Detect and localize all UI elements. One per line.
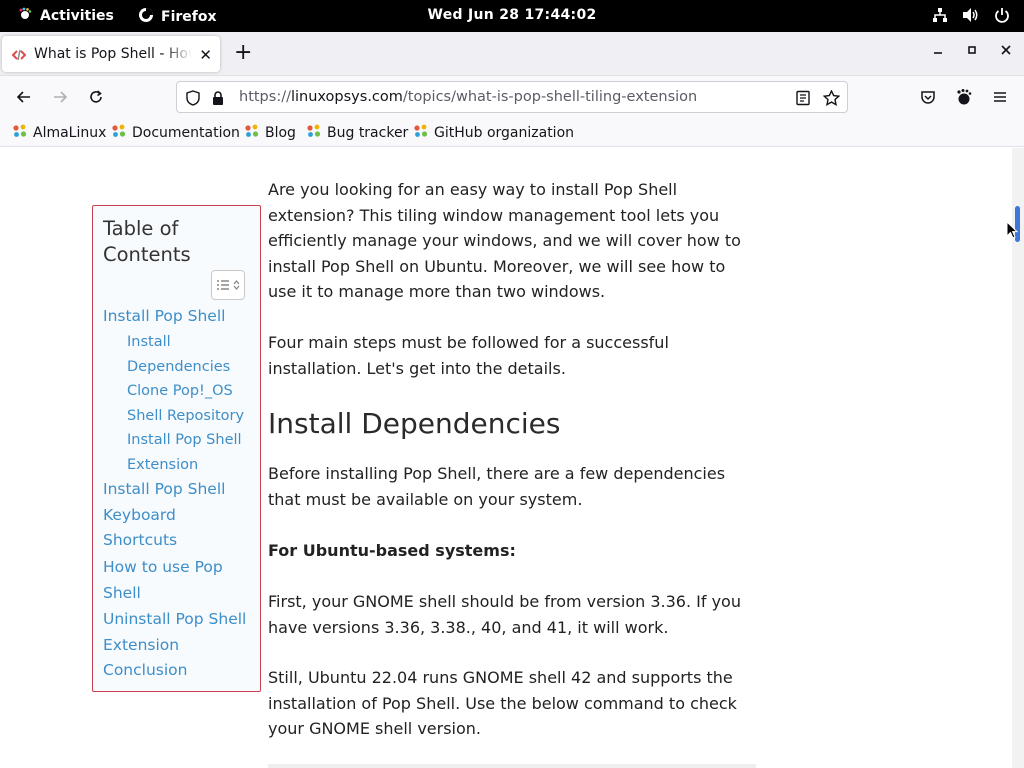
bookmark-label: Bug tracker <box>327 125 409 141</box>
back-button[interactable] <box>13 86 35 108</box>
url-scheme: https:// <box>239 89 291 105</box>
lock-icon[interactable] <box>211 90 225 110</box>
bookmark-label: AlmaLinux <box>33 125 107 141</box>
gnome-foot-icon <box>18 7 32 25</box>
bookmark-label: Documentation <box>132 125 240 141</box>
minimize-button[interactable] <box>932 44 944 60</box>
activities-button[interactable]: Activities <box>18 7 114 25</box>
url-text[interactable]: https://linuxopsys.com/topics/what-is-po… <box>239 89 697 105</box>
forward-arrow-icon <box>54 91 68 103</box>
almalinux-favicon-icon <box>244 123 260 143</box>
reload-button[interactable] <box>85 86 107 108</box>
tab-close-icon[interactable]: ✕ <box>199 46 212 64</box>
toc-link-keyboard-shortcuts[interactable]: Install Pop Shell Keyboard Shortcuts <box>103 477 233 554</box>
bookmark-github-organization[interactable]: GitHub organization <box>413 123 574 143</box>
reload-icon <box>90 90 102 103</box>
pocket-icon <box>921 91 935 104</box>
toc-link-install-dependencies[interactable]: Install Dependencies <box>127 330 245 379</box>
site-favicon-icon <box>11 47 27 61</box>
bookmark-blog[interactable]: Blog <box>244 123 296 143</box>
toc-toggle-button[interactable] <box>211 270 245 300</box>
code-block-top-edge <box>268 764 756 768</box>
clock[interactable]: Wed Jun 28 17:44:02 <box>427 7 596 23</box>
intro-paragraph: Are you looking for an easy way to insta… <box>268 180 741 301</box>
steps-paragraph: Four main steps must be followed for a s… <box>268 333 669 378</box>
list-icon <box>217 280 229 290</box>
bookmark-documentation[interactable]: Documentation <box>111 123 240 143</box>
toc-link-conclusion[interactable]: Conclusion <box>103 658 248 684</box>
bookmark-star-icon[interactable] <box>822 89 841 110</box>
toc-link-how-to-use[interactable]: How to use Pop Shell <box>103 555 228 606</box>
url-path: /topics/what-is-pop-shell-tiling-extensi… <box>402 89 698 105</box>
almalinux-favicon-icon <box>413 123 429 143</box>
mouse-cursor-icon <box>1006 221 1018 239</box>
navigation-toolbar: https://linuxopsys.com/topics/what-is-po… <box>0 76 1024 118</box>
hamburger-menu-icon <box>994 92 1006 102</box>
gnome-top-bar: Activities Firefox Wed Jun 28 17:44:02 <box>0 0 1024 32</box>
bookmarks-toolbar: AlmaLinux Documentation Blog Bug tracker… <box>0 118 1024 147</box>
toc-link-install-pop-shell[interactable]: Install Pop Shell <box>103 304 253 330</box>
toc-link-install-extension[interactable]: Install Pop Shell Extension <box>127 428 245 477</box>
section-heading: Install Dependencies <box>268 407 561 440</box>
system-tray[interactable] <box>932 7 1010 27</box>
app-name: Firefox <box>161 9 217 25</box>
maximize-button[interactable] <box>966 44 978 60</box>
bookmark-label: Blog <box>265 125 296 141</box>
almalinux-favicon-icon <box>12 123 28 143</box>
network-icon <box>932 7 948 27</box>
almalinux-favicon-icon <box>111 123 127 143</box>
url-domain: linuxopsys.com <box>290 89 403 105</box>
close-window-button[interactable] <box>1000 44 1012 60</box>
address-bar[interactable]: https://linuxopsys.com/topics/what-is-po… <box>176 81 848 113</box>
back-arrow-icon <box>16 91 30 103</box>
clipped-heading-remnant <box>410 148 450 156</box>
tracking-protection-shield-icon[interactable] <box>185 90 201 110</box>
app-menu-firefox[interactable]: Firefox <box>138 7 217 27</box>
almalinux-favicon-icon <box>306 123 322 143</box>
firefox-icon <box>138 7 154 27</box>
dependencies-paragraph: Before installing Pop Shell, there are a… <box>268 464 726 509</box>
web-page-content: Table of Contents Install Pop Shell Inst… <box>0 148 1012 768</box>
tab-active[interactable]: What is Pop Shell - How to Install Pop S… <box>2 36 220 72</box>
ubuntu-systems-label: For Ubuntu-based systems: <box>268 541 516 560</box>
toc-link-clone-repository[interactable]: Clone Pop!_OS Shell Repository <box>127 379 245 428</box>
gnome-version-paragraph: First, your GNOME shell should be from v… <box>268 592 741 637</box>
bookmark-label: GitHub organization <box>434 125 575 141</box>
table-of-contents: Table of Contents Install Pop Shell Inst… <box>92 205 261 692</box>
new-tab-button[interactable]: + <box>234 42 252 64</box>
tab-strip: What is Pop Shell - How to Install Pop S… <box>0 32 1024 76</box>
toc-title: Table of Contents <box>103 217 191 266</box>
tab-title: What is Pop Shell - How to Install Pop S… <box>34 46 192 62</box>
power-icon <box>994 7 1010 27</box>
volume-icon <box>962 7 980 27</box>
bookmark-almalinux[interactable]: AlmaLinux <box>12 123 106 143</box>
activities-label: Activities <box>40 8 114 24</box>
ubuntu-2204-paragraph: Still, Ubuntu 22.04 runs GNOME shell 42 … <box>268 668 737 738</box>
app-menu-button[interactable] <box>989 86 1011 108</box>
reader-view-icon[interactable] <box>795 90 811 110</box>
extensions-button[interactable] <box>953 86 975 108</box>
pocket-button[interactable] <box>917 86 939 108</box>
gnome-extension-icon <box>957 89 972 105</box>
forward-button[interactable] <box>49 86 71 108</box>
bookmark-bug-tracker[interactable]: Bug tracker <box>306 123 408 143</box>
toc-link-uninstall[interactable]: Uninstall Pop Shell Extension <box>103 607 248 658</box>
chevron-up-down-icon <box>233 279 240 291</box>
